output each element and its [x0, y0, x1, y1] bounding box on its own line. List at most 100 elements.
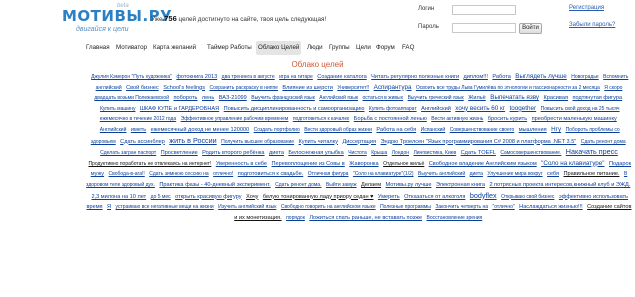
cloud-tag[interactable]: Просветление [161, 150, 198, 156]
cloud-tag[interactable]: Мотивы.ру лучше [386, 182, 432, 188]
cloud-tag[interactable]: Английский язык [319, 95, 358, 101]
cloud-tag[interactable]: Делаем [361, 182, 381, 188]
cloud-tag[interactable]: Сохранить раскраску в ниппе [209, 85, 277, 91]
cloud-tag[interactable]: Повысить дисциплинированность и самоорга… [224, 106, 365, 112]
cloud-tag[interactable]: Накачать пресс [566, 147, 618, 156]
cloud-tag[interactable]: Отличная фигура [308, 171, 349, 177]
cloud-tag[interactable]: Сдать TOEFL [461, 150, 496, 156]
cloud-tag[interactable]: ВАЗ-21099 [219, 95, 247, 101]
cloud-tag[interactable]: побороть [173, 95, 197, 101]
cloud-tag[interactable]: Джулия Кэмерон "Путь художника" [91, 74, 172, 80]
cloud-tag[interactable]: Купить фотоаппарат [369, 106, 417, 112]
cloud-tag[interactable]: Создать портфолио [254, 127, 300, 133]
cloud-tag[interactable]: 2,3 милона на 10 лет [91, 194, 146, 200]
cloud-tag[interactable]: ШКАФ КУПЕ и ГАРДЕРОБНАЯ [140, 106, 219, 112]
nav-item-groups[interactable]: Группы [327, 41, 352, 55]
site-logo[interactable]: beta МОТИВЫ.РУ двигайся к цели [62, 3, 172, 36]
cloud-tag[interactable]: 2 потрясных проекта интересов,книжный кл… [489, 182, 630, 188]
cloud-tag[interactable]: Умереть [378, 194, 400, 200]
cloud-tag[interactable]: Свободное владение Английским языком [429, 161, 537, 167]
cloud-tag[interactable]: Сдать ренонт дома. [275, 182, 321, 188]
cloud-tag[interactable]: бросить курить [488, 116, 527, 122]
cloud-tag[interactable]: Освоить все труды Льва Гумилёва по этнол… [416, 85, 600, 91]
cloud-tag[interactable]: Английский [421, 106, 451, 112]
cloud-tag[interactable]: Сдать ренонт дома [581, 139, 626, 145]
cloud-tag[interactable]: диплом!!! [464, 74, 488, 80]
cloud-tag[interactable]: ежемесячный доход не менее 120000 [151, 127, 249, 133]
cloud-tag[interactable]: Жильё [468, 95, 486, 101]
cloud-tag[interactable]: Электронная книга [436, 182, 485, 188]
cloud-tag[interactable]: себя [547, 171, 559, 177]
cloud-tag[interactable]: Полезные программы [380, 204, 431, 210]
cloud-tag[interactable]: подготовиться к качалке [293, 116, 350, 122]
cloud-tag[interactable]: Диссертация [342, 139, 376, 145]
cloud-tag[interactable]: Выглядеть лучше [515, 73, 567, 80]
cloud-tag[interactable]: Новоградье [571, 74, 598, 80]
cloud-tag[interactable]: Выпечатать язву [490, 94, 539, 101]
cloud-tag[interactable]: устраиваю все негативные вещи на жизни [116, 204, 214, 210]
cloud-tag[interactable]: Белоснежная улыбка [288, 150, 343, 156]
cloud-tag[interactable]: Нгу [551, 126, 561, 133]
nav-item-wishmap[interactable]: Карта желаний [151, 41, 198, 55]
nav-item-goals[interactable]: Цели [354, 41, 373, 55]
cloud-tag[interactable]: Выйти замуж [326, 182, 357, 188]
cloud-tag[interactable]: Ложиться спать раньше, не вставать позже [309, 215, 422, 221]
cloud-tag[interactable]: Отдельное жильё [383, 161, 424, 167]
cloud-tag[interactable]: Изучить английский язык [218, 204, 276, 210]
cloud-tag[interactable]: Открываю свой бизнес [501, 194, 554, 200]
cloud-tag[interactable]: Продуктивно поработать не отвлекаясь на … [88, 161, 211, 167]
cloud-tag[interactable]: Аспирантура [374, 84, 412, 91]
cloud-tag[interactable]: Свобода-в-ага!! [109, 171, 145, 177]
cloud-tag[interactable]: Свободно говорить на английском языке [281, 204, 376, 210]
nav-item-timer[interactable]: Таймер Работы [205, 41, 254, 55]
cloud-tag[interactable]: Отказаться от алкоголя [404, 194, 465, 200]
nav-item-faq[interactable]: FAQ [400, 41, 416, 55]
cloud-tag[interactable]: Правильное питание. [563, 171, 619, 177]
cloud-tag[interactable]: Закончить четверть на [435, 204, 488, 210]
cloud-tag[interactable]: иметь [131, 127, 146, 133]
cloud-tag[interactable]: хочу весить 60 кг [455, 105, 505, 112]
cloud-tag[interactable]: Крыша [371, 150, 387, 156]
cloud-tag[interactable]: подготовиться к свадьбе. [238, 171, 304, 177]
cloud-tag[interactable]: жить в России [169, 136, 216, 145]
cloud-tag[interactable]: Хочу [246, 194, 258, 200]
cloud-tag[interactable]: Перевоплощение из Совы в [272, 161, 345, 167]
cloud-tag[interactable]: до 5 мес [151, 194, 171, 200]
cloud-tag[interactable]: порядок [286, 215, 305, 221]
cloud-tag[interactable]: bodyflex [470, 191, 497, 200]
cloud-tag[interactable]: Свой бизнес [126, 85, 159, 91]
cloud-tag[interactable]: Родить второго ребёнка [202, 150, 264, 156]
cloud-tag[interactable]: Я [107, 204, 111, 210]
cloud-tag[interactable]: Наслаждаться жизнью!!! [519, 204, 582, 210]
cloud-tag[interactable]: Выучить греческий язык [408, 95, 464, 101]
cloud-tag[interactable]: игра на гитаре [279, 74, 313, 80]
forgot-password-link[interactable]: Забыли пароль? [569, 22, 615, 28]
cloud-tag[interactable]: отлично! [213, 171, 233, 177]
cloud-tag[interactable]: Улучшение мира вокруг [487, 171, 542, 177]
cloud-tag[interactable]: подтянутая фигура [572, 95, 622, 101]
cloud-tag[interactable]: "Соло на клавиатуре"(1/2) [353, 171, 414, 177]
cloud-tag[interactable]: Вести активную жизнь [431, 116, 483, 122]
cloud-tag[interactable]: Практика фазы - 40-дневный эксперимент. [159, 182, 270, 188]
cloud-tag[interactable]: Сдать зимнюю сессию на [149, 171, 208, 177]
cloud-tag[interactable]: диета [470, 171, 483, 177]
cloud-tag[interactable]: toogether [510, 105, 537, 112]
register-link[interactable]: Регистрация [569, 5, 604, 11]
nav-item-home[interactable]: Главная [84, 41, 112, 55]
cloud-tag[interactable]: Сделать загран паспорт [100, 150, 156, 156]
cloud-tag[interactable]: Сдать ассинблер [120, 139, 165, 145]
cloud-tag[interactable]: Жаворонка [349, 161, 378, 167]
cloud-tag[interactable]: Восстановление зрения [427, 215, 483, 221]
cloud-tag[interactable]: мышления [519, 127, 547, 133]
cloud-tag[interactable]: Университет!! [337, 85, 369, 91]
cloud-tag[interactable]: Выучить французский язык [251, 95, 315, 101]
cloud-tag[interactable]: остаться в живых [363, 95, 404, 101]
cloud-tag[interactable]: Создание каталога [317, 74, 366, 80]
cloud-tag[interactable]: фотокнига 2013 [176, 74, 217, 80]
nav-item-motivator[interactable]: Мотиватор [114, 41, 149, 55]
cloud-tag[interactable]: Лондон [392, 150, 409, 156]
login-input[interactable] [452, 5, 516, 15]
cloud-tag[interactable]: преобрести маленькую машинку [532, 116, 617, 122]
cloud-tag[interactable]: Лингвистика, Киев [413, 150, 456, 156]
cloud-tag[interactable]: Испанский [421, 127, 446, 133]
